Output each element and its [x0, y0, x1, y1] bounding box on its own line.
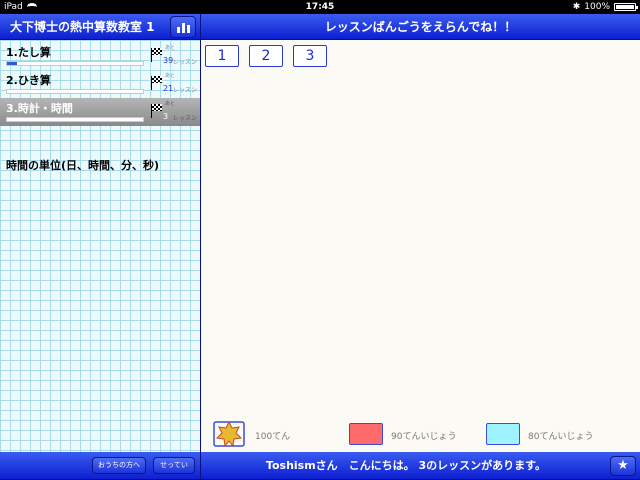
main-header: レッスンばんごうをえらんでね！！	[201, 14, 640, 40]
settings-button[interactable]: せってい	[153, 457, 195, 474]
bar-chart-icon	[176, 27, 180, 33]
sidebar-footer: おうちの方へ せってい	[0, 452, 200, 480]
main-panel: レッスンばんごうをえらんでね！！ 1 2 3 100てん 90てんいじょう 80…	[201, 14, 640, 480]
remaining-count: 21	[163, 84, 174, 93]
legend-label-90: 90てんいじょう	[391, 432, 457, 442]
parents-button[interactable]: おうちの方へ	[92, 457, 146, 474]
remaining-unit: レッスン	[173, 87, 198, 94]
main-footer: Toshismさん こんにちは。 3のレッスンがあります。 ★	[201, 452, 640, 480]
progress-bar	[6, 117, 144, 122]
battery-percent: 100%	[584, 2, 610, 12]
lesson-label: 3.時計・時間	[6, 102, 73, 115]
star-icon: ★	[617, 458, 629, 473]
checkered-flag-icon	[150, 48, 162, 62]
bar-chart-icon	[186, 25, 190, 33]
sidebar: 大下博士の熱中算数教室 1 1.たし算 あと 39 レッスン 2.ひき算 あと …	[0, 14, 200, 480]
battery-icon	[614, 3, 638, 11]
legend-swatch-90	[349, 423, 383, 445]
gold-medal-icon	[213, 420, 245, 448]
greeting-message: Toshismさん こんにちは。 3のレッスンがあります。	[265, 459, 547, 472]
remaining-unit: レッスン	[173, 59, 198, 66]
lesson-button-2[interactable]: 2	[249, 45, 283, 67]
page-title: レッスンばんごうをえらんでね！！	[324, 20, 517, 34]
lesson-description: 時間の単位(日、時間、分、秒)	[6, 159, 160, 172]
remaining-unit: レッスン	[173, 115, 198, 122]
remaining-prefix: あと	[165, 45, 176, 51]
legend-label-80: 80てんいじょう	[528, 432, 594, 442]
legend-swatch-80	[486, 423, 520, 445]
remaining-count: 39	[163, 56, 174, 65]
lesson-label: 1.たし算	[6, 46, 51, 59]
legend-label-100: 100てん	[255, 432, 291, 442]
remaining-prefix: あと	[165, 101, 176, 107]
progress-bar	[6, 89, 144, 94]
favorites-button[interactable]: ★	[610, 456, 636, 476]
checkered-flag-icon	[150, 76, 162, 90]
remaining-count: 3	[163, 112, 169, 121]
lesson-row-addition[interactable]: 1.たし算 あと 39 レッスン	[0, 42, 200, 70]
lesson-label: 2.ひき算	[6, 74, 51, 87]
lesson-button-1[interactable]: 1	[205, 45, 239, 67]
bar-chart-icon	[181, 23, 185, 33]
remaining-prefix: あと	[165, 73, 176, 79]
progress-fill	[7, 62, 17, 65]
lesson-row-clock-time[interactable]: 3.時計・時間 あと 3 レッスン	[0, 98, 200, 126]
progress-bar	[6, 61, 144, 66]
checkered-flag-icon	[150, 104, 162, 118]
lesson-row-subtraction[interactable]: 2.ひき算 あと 21 レッスン	[0, 70, 200, 98]
lesson-list: 1.たし算 あと 39 レッスン 2.ひき算 あと 21 レッスン 3.時計・時…	[0, 40, 200, 452]
status-bar: iPad 17:45 ✱ 100%	[0, 0, 640, 14]
bluetooth-icon: ✱	[572, 2, 581, 12]
lesson-button-3[interactable]: 3	[293, 45, 327, 67]
app-title: 大下博士の熱中算数教室 1	[10, 20, 155, 34]
stats-button[interactable]	[170, 16, 196, 38]
sidebar-header: 大下博士の熱中算数教室 1	[0, 14, 200, 40]
status-time: 17:45	[305, 2, 335, 12]
